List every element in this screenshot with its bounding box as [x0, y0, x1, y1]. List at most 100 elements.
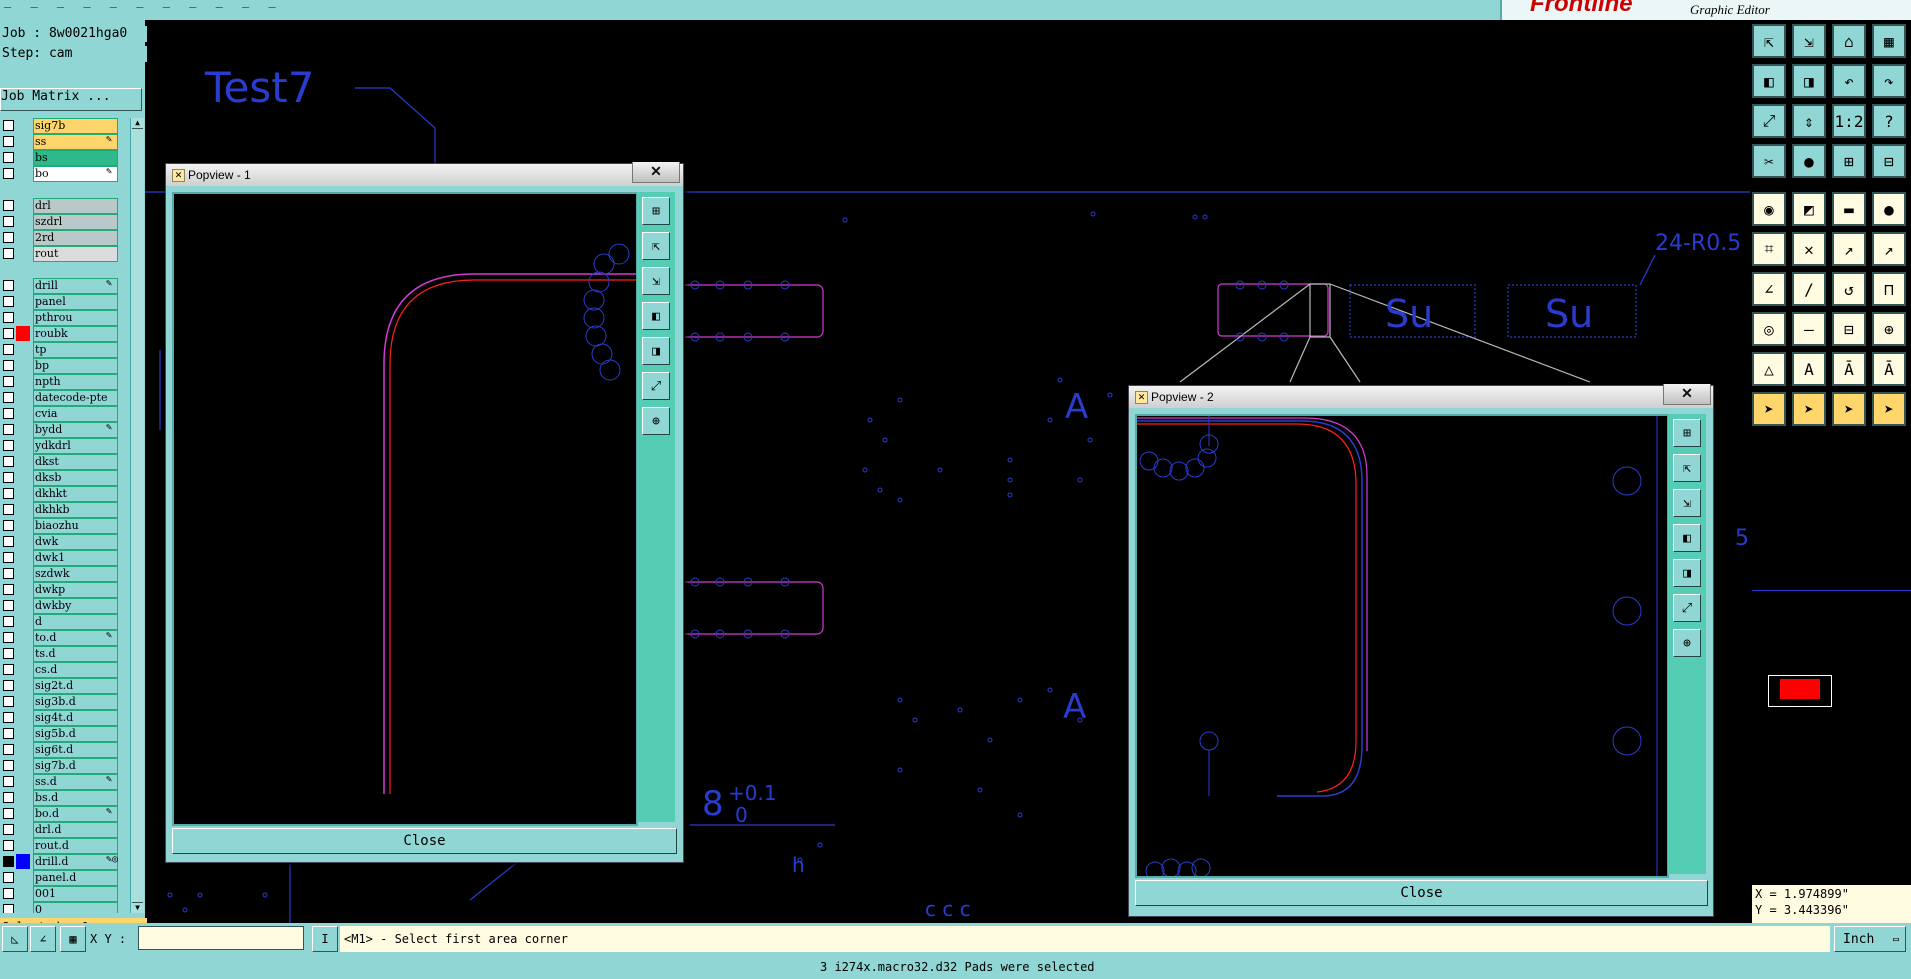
layer-row[interactable]: sig7b — [0, 118, 128, 134]
layer-row[interactable]: drill.d ✎◎ — [0, 854, 128, 870]
popview-2-viewport[interactable] — [1135, 414, 1669, 878]
layer-checkbox[interactable] — [3, 440, 14, 451]
menu-fragment[interactable]: _ _ _ _ _ _ _ _ _ _ _ — [4, 0, 282, 8]
layer-color-swatch[interactable] — [16, 358, 30, 373]
layer-checkbox[interactable] — [3, 568, 14, 579]
help-icon[interactable]: ? — [1872, 104, 1906, 138]
grid-icon[interactable]: ▦ — [60, 926, 86, 952]
layer-checkbox[interactable] — [3, 456, 14, 467]
layer-checkbox[interactable] — [3, 248, 14, 259]
layer-color-swatch[interactable] — [16, 822, 30, 837]
layer-row[interactable]: sig7b.d — [0, 758, 128, 774]
layer-row[interactable]: rout.d — [0, 838, 128, 854]
scroll-up-icon[interactable]: ▲ — [132, 118, 143, 129]
popview-2-zoom-icon[interactable]: ⊞ — [1673, 419, 1701, 447]
layer-name[interactable]: sig5b.d — [33, 726, 118, 742]
popview-1-snapshot-icon[interactable]: ⇱ — [642, 232, 670, 260]
layer-color-swatch[interactable] — [16, 342, 30, 357]
layer-color-swatch[interactable] — [16, 662, 30, 677]
save-icon[interactable]: ⇲ — [1792, 24, 1826, 58]
layer-checkbox[interactable] — [3, 856, 14, 867]
layer-color-swatch[interactable] — [16, 326, 30, 341]
layer-row[interactable]: dwkby — [0, 598, 128, 614]
popview-1-close-icon[interactable]: ✕ — [632, 162, 680, 183]
circle-icon[interactable]: ◎ — [1752, 312, 1786, 346]
layer-name[interactable]: panel.d — [33, 870, 118, 886]
split-icon[interactable]: ⊓ — [1872, 272, 1906, 306]
layer-color-swatch[interactable] — [16, 166, 30, 181]
layer-checkbox[interactable] — [3, 696, 14, 707]
layer-color-swatch[interactable] — [16, 774, 30, 789]
layer-checkbox[interactable] — [3, 120, 14, 131]
popview-2-paste-icon[interactable]: ⇲ — [1673, 489, 1701, 517]
snap-icon[interactable]: ◺ — [2, 926, 28, 952]
layer-color-swatch[interactable] — [16, 598, 30, 613]
popview-1-pan-left-icon[interactable]: ◧ — [642, 302, 670, 330]
layer-row[interactable]: dwk1 — [0, 550, 128, 566]
layer-name[interactable]: dwk — [33, 534, 118, 550]
layer-color-swatch[interactable] — [16, 886, 30, 901]
layer-name[interactable]: rout.d — [33, 838, 118, 854]
layer-color-swatch[interactable] — [16, 806, 30, 821]
layer-name[interactable]: dksb — [33, 470, 118, 486]
popview-1-close-button[interactable]: Close — [172, 828, 677, 854]
arrow-icon[interactable]: ↗ — [1832, 232, 1866, 266]
layer-color-swatch[interactable] — [16, 518, 30, 533]
layer-row[interactable]: bs.d — [0, 790, 128, 806]
layer-name[interactable]: d — [33, 614, 118, 630]
layer-checkbox[interactable] — [3, 600, 14, 611]
layer-color-swatch[interactable] — [16, 118, 30, 133]
layer-row[interactable]: cs.d — [0, 662, 128, 678]
fit-icon[interactable]: ⤢ — [1752, 104, 1786, 138]
measure-icon[interactable]: ∠ — [30, 926, 56, 952]
layer-name[interactable]: roubk — [33, 326, 118, 342]
layer-name[interactable]: dwk1 — [33, 550, 118, 566]
popview-1-fit-icon[interactable]: ⤢ — [642, 372, 670, 400]
layer-row[interactable]: datecode-pte — [0, 390, 128, 406]
layer-name[interactable]: sig4t.d — [33, 710, 118, 726]
layer-row[interactable]: to.d ✎ — [0, 630, 128, 646]
layer-name[interactable]: biaozhu — [33, 518, 118, 534]
layer-checkbox[interactable] — [3, 584, 14, 595]
layer-checkbox[interactable] — [3, 344, 14, 355]
panel2-icon[interactable]: ⊟ — [1872, 144, 1906, 178]
layer-checkbox[interactable] — [3, 152, 14, 163]
layer-row[interactable]: 2rd — [0, 230, 128, 246]
scroll-down-icon[interactable]: ▼ — [132, 902, 143, 913]
layer-checkbox[interactable] — [3, 904, 14, 913]
pad-icon[interactable]: ◉ — [1752, 192, 1786, 226]
layer-row[interactable]: sig4t.d — [0, 710, 128, 726]
layer-row[interactable]: sig3b.d — [0, 694, 128, 710]
home-icon[interactable]: ⌂ — [1832, 24, 1866, 58]
layer-row[interactable]: dkhkt — [0, 486, 128, 502]
mini-map[interactable] — [1752, 590, 1911, 876]
layer-color-swatch[interactable] — [16, 134, 30, 149]
layer-checkbox[interactable] — [3, 664, 14, 675]
layer-checkbox[interactable] — [3, 200, 14, 211]
layer-row[interactable]: 001 — [0, 886, 128, 902]
layer-color-swatch[interactable] — [16, 390, 30, 405]
layer-color-swatch[interactable] — [16, 230, 30, 245]
layer-checkbox[interactable] — [3, 232, 14, 243]
layer-row[interactable]: tp — [0, 342, 128, 358]
xy-input[interactable] — [138, 926, 304, 950]
panel-icon[interactable]: ⊞ — [1832, 144, 1866, 178]
layer-row[interactable]: sig5b.d — [0, 726, 128, 742]
dash-icon[interactable]: — — [1792, 312, 1826, 346]
layer-name[interactable]: 001 — [33, 886, 118, 902]
layer-name[interactable]: sig2t.d — [33, 678, 118, 694]
pointer-icon[interactable]: ➤ — [1752, 392, 1786, 426]
layer-row[interactable]: roubk — [0, 326, 128, 342]
layer-row[interactable]: pthrou — [0, 310, 128, 326]
layer-checkbox[interactable] — [3, 808, 14, 819]
layer-color-swatch[interactable] — [16, 678, 30, 693]
popview-2-center-icon[interactable]: ⊕ — [1673, 629, 1701, 657]
layer-color-swatch[interactable] — [16, 838, 30, 853]
layer-checkbox[interactable] — [3, 728, 14, 739]
text-icon[interactable]: A — [1792, 352, 1826, 386]
layer-row[interactable]: szdwk — [0, 566, 128, 582]
triangle-icon[interactable]: △ — [1752, 352, 1786, 386]
layer-name[interactable]: dkst — [33, 454, 118, 470]
layer-name[interactable]: drl.d — [33, 822, 118, 838]
bar-icon[interactable]: ▬ — [1832, 192, 1866, 226]
